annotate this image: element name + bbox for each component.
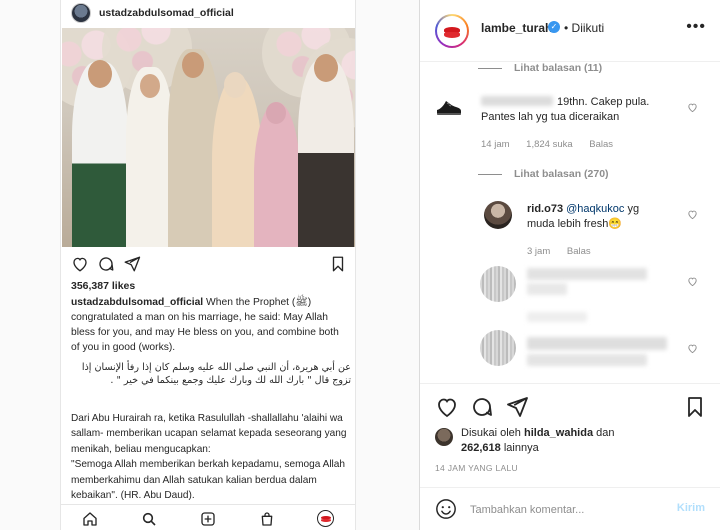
author-avatar[interactable]: [435, 14, 469, 48]
reply-mention[interactable]: @haqkukoc: [566, 203, 624, 215]
view-replies-button[interactable]: Lihat balasan (11): [478, 62, 602, 74]
share-icon: [124, 256, 141, 272]
bookmark-icon: [332, 256, 344, 272]
emoji-icon[interactable]: [435, 498, 457, 520]
like-comment-icon[interactable]: [687, 102, 698, 113]
reply-avatar[interactable]: [484, 201, 512, 229]
post-timestamp[interactable]: 14 JAM YANG LALU: [435, 463, 518, 473]
share-icon[interactable]: [505, 395, 529, 419]
lips-logo-icon: [439, 18, 465, 44]
reply-button[interactable]: Balas: [589, 139, 613, 150]
comment-meta: 14 jam 1,824 suka Balas: [481, 139, 627, 150]
embedded-arabic-text: عن أبي هريرة، أن النبي صلى الله عليه وسل…: [81, 362, 351, 386]
bookmark-icon[interactable]: [683, 395, 707, 419]
liked-by-user[interactable]: hilda_wahida: [524, 427, 593, 439]
view-replies-button[interactable]: Lihat balasan (270): [478, 168, 609, 180]
liked-by-and: dan: [596, 427, 615, 439]
comment-icon[interactable]: [470, 395, 494, 419]
like-count[interactable]: 262,618: [461, 442, 501, 454]
reply-meta: 3 jam Balas: [527, 246, 605, 257]
shoe-avatar-icon: [437, 101, 461, 115]
like-reply-icon[interactable]: [687, 209, 698, 220]
like-reply-icon[interactable]: [687, 276, 698, 287]
wedding-photo: [62, 28, 355, 247]
comment-text: 19thn. Cakep pula. Pantes lah yg tua dic…: [481, 96, 650, 123]
search-icon: [142, 512, 156, 526]
embedded-bottom-nav: [61, 504, 355, 530]
comments-panel: lambe_turah ✓ • Diikuti ••• Lihat balasa…: [420, 0, 720, 530]
indonesian-paragraph-2: "Semoga Allah memberikan berkah kepadamu…: [71, 459, 346, 502]
censored-meta: [527, 312, 587, 322]
comment-time: 14 jam: [481, 139, 510, 150]
commenter-avatar[interactable]: [435, 93, 463, 121]
view-replies-label: Lihat balasan (270): [514, 168, 609, 180]
shop-icon: [261, 512, 273, 526]
comment-icon: [99, 257, 114, 271]
reply-text: rid.o73 @haqkukoc yg muda lebih fresh😁: [527, 202, 667, 232]
author-username[interactable]: lambe_turah: [481, 21, 552, 35]
post-comment-button[interactable]: Kirim: [677, 502, 705, 514]
reply-button[interactable]: Balas: [567, 246, 591, 257]
liker-avatar[interactable]: [435, 428, 453, 446]
liked-by-suffix: lainnya: [503, 442, 539, 454]
censored-avatar: [480, 330, 516, 366]
censored-text: [527, 337, 667, 350]
embedded-post-header: ustadzabdulsomad_official: [61, 0, 355, 26]
comment-input[interactable]: [470, 501, 660, 519]
embedded-action-bar: [71, 255, 347, 273]
heart-icon: [73, 257, 87, 272]
embedded-avatar: [71, 3, 91, 23]
new-post-icon: [201, 512, 215, 526]
add-comment-bar: Kirim: [420, 487, 720, 530]
embedded-like-count: 356,387 likes: [71, 280, 136, 292]
post-media-area: ustadzabdulsomad_official 356,387 likes …: [0, 0, 420, 530]
post-actions: Disukai oleh hilda_wahida dan 262,618 la…: [420, 383, 720, 493]
reply-time: 3 jam: [527, 246, 551, 257]
reply-username[interactable]: rid.o73: [527, 203, 563, 215]
embedded-username: ustadzabdulsomad_official: [99, 7, 234, 19]
caption-username: ustadzabdulsomad_official: [71, 297, 204, 308]
liked-by-prefix: Disukai oleh: [461, 427, 521, 439]
indonesian-paragraph-1: Dari Abu Hurairah ra, ketika Rasulullah …: [71, 413, 347, 455]
censored-avatar: [480, 266, 516, 302]
censored-text: [527, 283, 567, 295]
censored-text: [527, 268, 647, 280]
embedded-indonesian-text: Dari Abu Hurairah ra, ketika Rasulullah …: [71, 411, 351, 503]
like-reply-icon[interactable]: [687, 343, 698, 354]
view-replies-label: Lihat balasan (11): [514, 62, 603, 74]
embedded-caption: ustadzabdulsomad_official When the Proph…: [71, 295, 349, 355]
following-status[interactable]: • Diikuti: [564, 21, 604, 35]
profile-avatar-icon: [317, 510, 334, 527]
embedded-post-screenshot: ustadzabdulsomad_official 356,387 likes …: [60, 0, 356, 530]
comment-likes[interactable]: 1,824 suka: [526, 139, 572, 150]
heart-icon[interactable]: [435, 395, 459, 419]
liked-by-text: Disukai oleh hilda_wahida dan 262,618 la…: [461, 426, 614, 456]
home-icon: [83, 512, 97, 526]
censored-text: [527, 354, 647, 366]
post-header: lambe_turah ✓ • Diikuti •••: [420, 0, 720, 62]
more-options-icon[interactable]: •••: [686, 18, 706, 36]
verified-badge-icon: ✓: [548, 21, 560, 33]
